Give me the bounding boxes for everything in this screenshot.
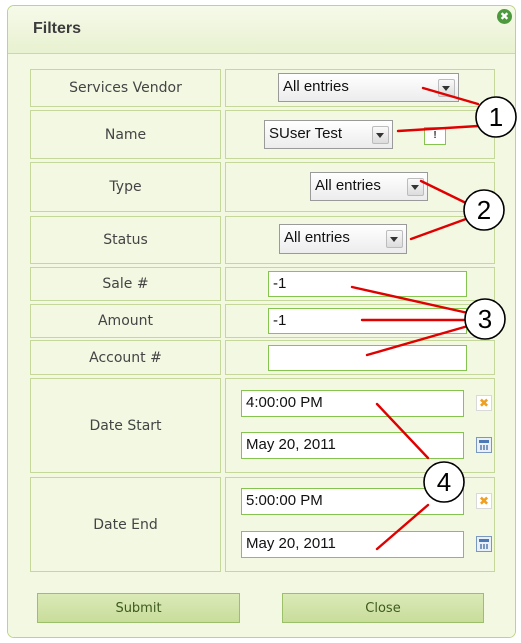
amount-label: Amount bbox=[30, 304, 221, 338]
dialog-title: Filters bbox=[33, 20, 82, 37]
status-value: All entries bbox=[284, 229, 350, 246]
date-start-date-input[interactable]: May 20, 2011 bbox=[241, 432, 464, 459]
clear-icon[interactable]: ✖ bbox=[476, 493, 492, 509]
clear-icon[interactable]: ✖ bbox=[476, 395, 492, 411]
chevron-down-icon[interactable] bbox=[372, 126, 389, 144]
chevron-down-icon[interactable] bbox=[407, 178, 424, 196]
calendar-icon[interactable] bbox=[476, 536, 492, 552]
services-vendor-value: All entries bbox=[283, 78, 349, 95]
account-input[interactable] bbox=[268, 345, 467, 371]
name-label: Name bbox=[30, 110, 221, 159]
services-vendor-label: Services Vendor bbox=[30, 69, 221, 107]
calendar-icon[interactable] bbox=[476, 437, 492, 453]
account-label: Account # bbox=[30, 340, 221, 375]
date-end-time-input[interactable]: 5:00:00 PM bbox=[241, 488, 464, 515]
chevron-down-icon[interactable] bbox=[386, 230, 403, 248]
type-label: Type bbox=[30, 162, 221, 212]
name-select[interactable]: SUser Test bbox=[264, 120, 393, 149]
date-start-time-input[interactable]: 4:00:00 PM bbox=[241, 390, 464, 417]
name-value: SUser Test bbox=[269, 125, 343, 142]
date-start-label: Date Start bbox=[30, 378, 221, 473]
type-select[interactable]: All entries bbox=[310, 172, 428, 201]
status-label: Status bbox=[30, 216, 221, 264]
chevron-down-icon[interactable] bbox=[438, 79, 455, 97]
name-flag-button[interactable]: ! bbox=[424, 127, 446, 145]
date-end-date-input[interactable]: May 20, 2011 bbox=[241, 531, 464, 558]
close-icon[interactable]: ✖ bbox=[497, 9, 512, 24]
sale-input[interactable]: -1 bbox=[268, 271, 467, 297]
close-button[interactable]: Close bbox=[282, 593, 484, 623]
dialog-header: Filters ✖ bbox=[8, 6, 515, 54]
submit-button[interactable]: Submit bbox=[37, 593, 240, 623]
services-vendor-select[interactable]: All entries bbox=[278, 73, 459, 102]
type-value: All entries bbox=[315, 177, 381, 194]
amount-input[interactable]: -1 bbox=[268, 308, 467, 334]
status-select[interactable]: All entries bbox=[279, 224, 407, 254]
date-end-label: Date End bbox=[30, 477, 221, 572]
sale-label: Sale # bbox=[30, 267, 221, 301]
